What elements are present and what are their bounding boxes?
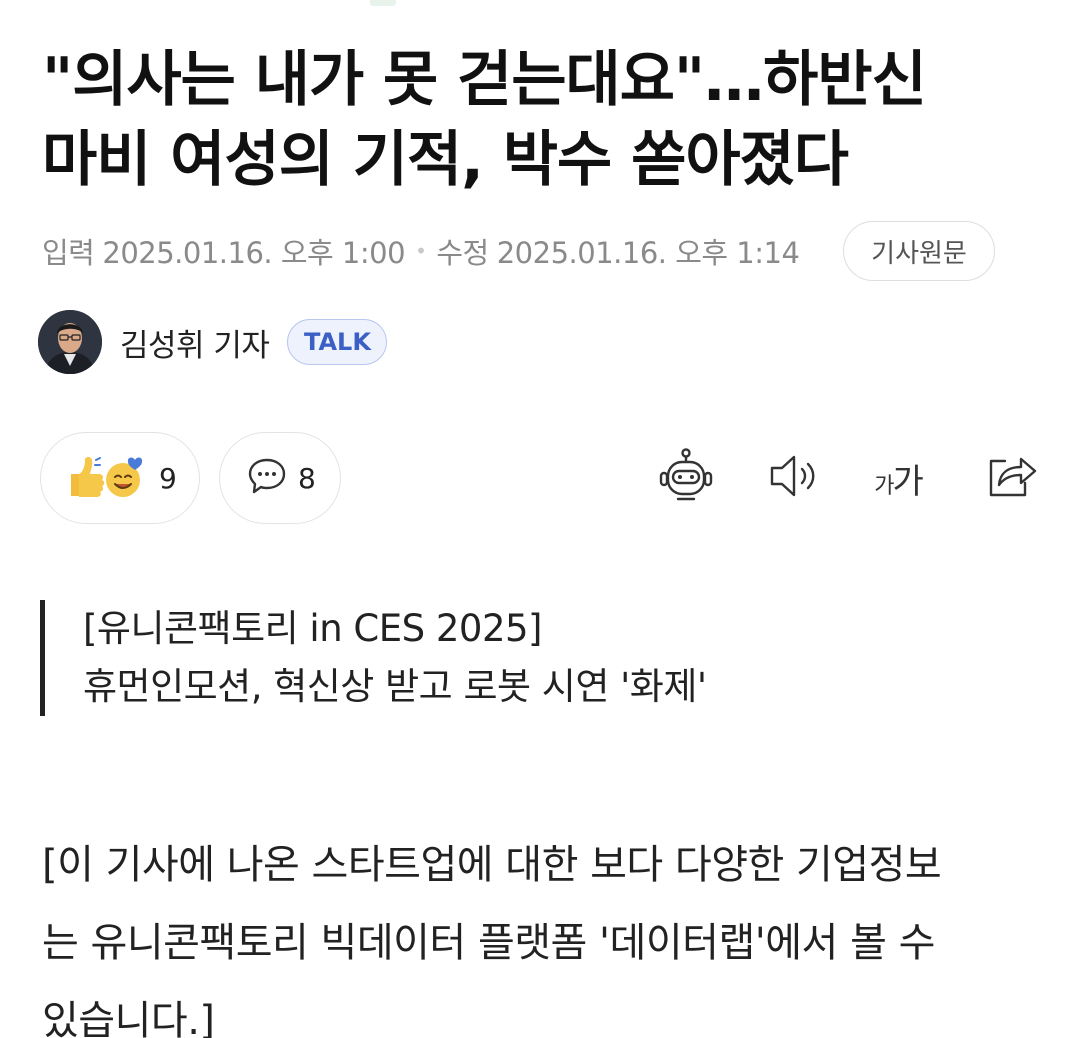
subheading-line-2: 휴먼인모션, 혁신상 받고 로봇 시연 '화제'	[83, 665, 707, 708]
robot-summary-icon	[657, 447, 715, 509]
share-icon	[981, 447, 1039, 509]
reaction-button[interactable]: 9	[40, 432, 200, 524]
input-label: 입력	[42, 236, 95, 270]
body-line-1: [이 기사에 나온 스타트업에 대한 보다 다양한 기업정보	[42, 842, 942, 888]
comment-icon	[246, 455, 288, 501]
font-size-icon: 가가	[874, 454, 924, 503]
body-line-3: 있습니다.]	[42, 998, 215, 1038]
avatar[interactable]	[38, 310, 102, 374]
edit-time: 2025.01.16. 오후 1:14	[496, 236, 800, 270]
article-title-line-1: "의사는 내가 못 걷는대요"…하반신	[42, 45, 927, 115]
subheading-line-1: [유니콘팩토리 in CES 2025]	[83, 607, 542, 650]
talk-badge[interactable]: TALK	[287, 319, 388, 365]
article-title-line-2: 마비 여성의 기적, 박수 쏟아졌다	[42, 125, 849, 195]
body-line-2: 는 유니콘팩토리 빅데이터 플랫폼 '데이터랩'에서 볼 수	[42, 920, 935, 966]
comment-count: 8	[298, 461, 316, 495]
text-to-speech-button[interactable]	[764, 448, 824, 508]
input-time: 2025.01.16. 오후 1:00	[102, 236, 406, 270]
robot-summary-button[interactable]	[656, 448, 716, 508]
author-name[interactable]: 김성휘 기자	[120, 320, 270, 365]
article-title: "의사는 내가 못 걷는대요"…하반신 마비 여성의 기적, 박수 쏟아졌다	[42, 40, 1042, 200]
article-subheading: [유니콘팩토리 in CES 2025] 휴먼인모션, 혁신상 받고 로봇 시연…	[40, 600, 707, 716]
reaction-count: 9	[159, 461, 177, 495]
article-body: [이 기사에 나온 스타트업에 대한 보다 다양한 기업정보 는 유니콘팩토리 …	[42, 826, 1042, 1038]
share-button[interactable]	[980, 448, 1040, 508]
font-size-button[interactable]: 가가	[868, 448, 928, 508]
edit-label: 수정	[436, 236, 489, 270]
font-small-glyph: 가	[874, 473, 894, 499]
article-meta: 입력 2025.01.16. 오후 1:00 • 수정 2025.01.16. …	[42, 228, 800, 274]
meta-separator: •	[415, 239, 427, 263]
reaction-emoji-icon	[65, 450, 149, 506]
top-indicator	[370, 0, 396, 6]
speaker-icon	[766, 448, 822, 508]
comment-button[interactable]: 8	[219, 432, 341, 524]
author-row: 김성휘 기자 TALK	[38, 310, 388, 374]
font-large-glyph: 가	[892, 461, 923, 502]
original-article-button[interactable]: 기사원문	[843, 221, 995, 281]
